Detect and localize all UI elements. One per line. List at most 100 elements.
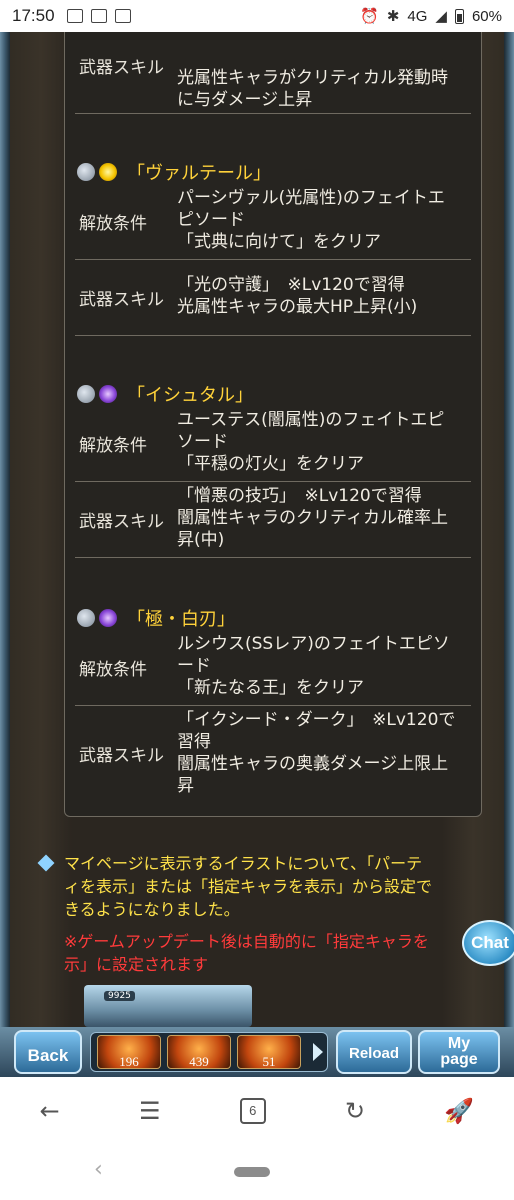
notice-line: ィを表示」または「指定キャラを表示」から設定で [64,877,433,896]
reload-label: Reload [348,1045,399,1062]
item-slot[interactable]: 196 [97,1035,161,1069]
value-line: ユーステス(闇属性)のフェイトエピ [177,410,445,430]
value-line: 「新たなる王」をクリア [177,678,364,698]
banner-hp: 9925 [104,991,135,1001]
back-button[interactable]: Back [14,1030,82,1074]
game-view: 武器スキル 光属性キャラがクリティカル発動時 に与ダメージ上昇 「ヴァルテール」… [0,32,514,1027]
network-type: 4G [407,7,428,25]
value-line: 光属性キャラがクリティカル発動時 [177,68,448,88]
value-line: 昇(中) [177,530,225,550]
item-count: 196 [119,1054,139,1069]
value-line: ルシウス(SSレア)のフェイトエピソ [177,634,450,654]
menu-icon[interactable]: ☰ [139,1097,161,1125]
weapon-skill-row: 武器スキル 光属性キャラがクリティカル発動時 に与ダメージ上昇 [75,32,471,114]
character-title: 「ヴァルテール」 [77,159,271,185]
row-value: パーシヴァル(光属性)のフェイトエ ピソード 「式典に向けて」をクリア [177,187,467,253]
status-right: ⏰ ✱ 4G ◢ 60% [360,7,502,26]
mail-notification-icon [114,9,131,23]
chat-label: Chat [471,933,509,952]
value-line: ピソード [177,210,245,230]
system-back-icon[interactable]: ‹ [94,1157,103,1182]
note-line: 示」に設定されます [64,955,209,974]
weapon-type-icon [77,385,95,403]
mypage-label: page [440,1051,478,1068]
value-line: 闇属性キャラの奥義ダメージ上限上 [177,754,449,774]
mypage-button[interactable]: My page [418,1030,500,1074]
row-value: 光属性キャラがクリティカル発動時 に与ダメージ上昇 [177,67,467,111]
image-notification-icon [66,9,83,23]
value-line: 昇 [177,776,194,796]
weapon-type-icon [77,609,95,627]
row-value: ユーステス(闇属性)のフェイトエピ ソード 「平穏の灯火」をクリア [177,409,467,475]
character-title: 「イシュタル」 [77,381,253,407]
refresh-icon[interactable]: ↻ [345,1097,365,1125]
notice-line: きるようになりました。 [64,900,240,919]
tab-count-button[interactable]: 6 [239,1098,266,1124]
row-label: 武器スキル [79,746,164,766]
back-arrow-icon[interactable]: ← [40,1097,60,1125]
note-line: ※ゲームアップデート後は自動的に「指定キャラを [64,932,429,951]
dark-element-icon [99,385,117,403]
item-count: 439 [189,1054,209,1069]
value-line: 「憎悪の技巧」 ※Lv120で習得 [177,486,422,506]
row-label: 解放条件 [79,660,147,680]
frame-left [0,32,10,1027]
value-line: 「イクシード・ダーク」 ※Lv120で [177,710,456,730]
value-line: ソード [177,432,228,452]
reload-button[interactable]: Reload [336,1030,412,1074]
value-line: パーシヴァル(光属性)のフェイトエ [177,188,445,208]
clock: 17:50 [12,6,55,25]
character-title: 「極・白刃」 [77,605,235,631]
next-arrow-icon[interactable] [313,1043,323,1061]
weapon-skill-row: 武器スキル 「イクシード・ダーク」 ※Lv120で 習得 闇属性キャラの奥義ダメ… [75,705,471,801]
mypage-label: My [447,1035,471,1052]
home-pill[interactable] [234,1167,270,1177]
alarm-icon: ⏰ [360,8,379,25]
item-slot[interactable]: 51 [237,1035,301,1069]
row-label: 解放条件 [79,214,147,234]
item-slot[interactable]: 439 [167,1035,231,1069]
status-bar: 17:50 ⏰ ✱ 4G ◢ 60% [0,0,514,32]
row-value: ルシウス(SSレア)のフェイトエピソ ード 「新たなる王」をクリア [177,633,467,699]
character-name: 「極・白刃」 [127,609,235,630]
item-count: 51 [262,1054,276,1069]
rocket-icon[interactable]: 🚀 [444,1097,474,1125]
browser-toolbar: ← ☰ 6 ↻ 🚀 [0,1077,514,1145]
battery-percent: 60% [471,7,502,25]
notification-icons [66,9,131,23]
update-note: ※ゲームアップデート後は自動的に「指定キャラを 示」に設定されます [64,930,484,976]
row-label: 武器スキル [79,512,164,532]
frame-right [504,32,514,1027]
system-nav-bar: ‹ [0,1145,514,1200]
bluetooth-icon: ✱ [386,8,400,25]
battery-icon [454,8,464,24]
row-label: 武器スキル [79,58,164,78]
item-shortcuts: 196 439 51 [90,1032,328,1072]
value-line: 闇属性キャラのクリティカル確率上 [177,508,448,528]
back-label: Back [27,1046,69,1065]
document-notification-icon [90,9,107,23]
row-label: 解放条件 [79,436,147,456]
signal-icon: ◢ [435,8,447,25]
character-banner[interactable]: 9925 [84,985,252,1027]
value-line: 習得 [177,732,211,752]
weapon-info-panel: 武器スキル 光属性キャラがクリティカル発動時 に与ダメージ上昇 「ヴァルテール」… [64,32,482,817]
notice-line: マイページに表示するイラストについて、「パーテ [64,854,423,873]
value-line: 光属性キャラの最大HP上昇(小) [177,297,418,317]
character-name: 「イシュタル」 [127,385,253,406]
weapon-skill-row: 武器スキル 「憎悪の技巧」 ※Lv120で習得 闇属性キャラのクリティカル確率上… [75,481,471,558]
unlock-condition-row: 解放条件 ユーステス(闇属性)のフェイトエピ ソード 「平穏の灯火」をクリア [75,405,471,482]
unlock-condition-row: 解放条件 パーシヴァル(光属性)のフェイトエ ピソード 「式典に向けて」をクリア [75,183,471,260]
light-element-icon [99,163,117,181]
notice-bullet-icon [37,854,55,872]
character-name: 「ヴァルテール」 [127,163,271,184]
value-line: 「平穏の灯火」をクリア [177,454,364,474]
dark-element-icon [99,609,117,627]
weapon-type-icon [77,163,95,181]
unlock-condition-row: 解放条件 ルシウス(SSレア)のフェイトエピソ ード 「新たなる王」をクリア [75,629,471,706]
value-line: に与ダメージ上昇 [177,90,313,110]
row-value: 「光の守護」 ※Lv120で習得 光属性キャラの最大HP上昇(小) [177,274,467,318]
chat-button[interactable]: Chat [462,920,514,966]
value-line: ード [177,656,211,676]
value-line: 「式典に向けて」をクリア [177,232,381,252]
